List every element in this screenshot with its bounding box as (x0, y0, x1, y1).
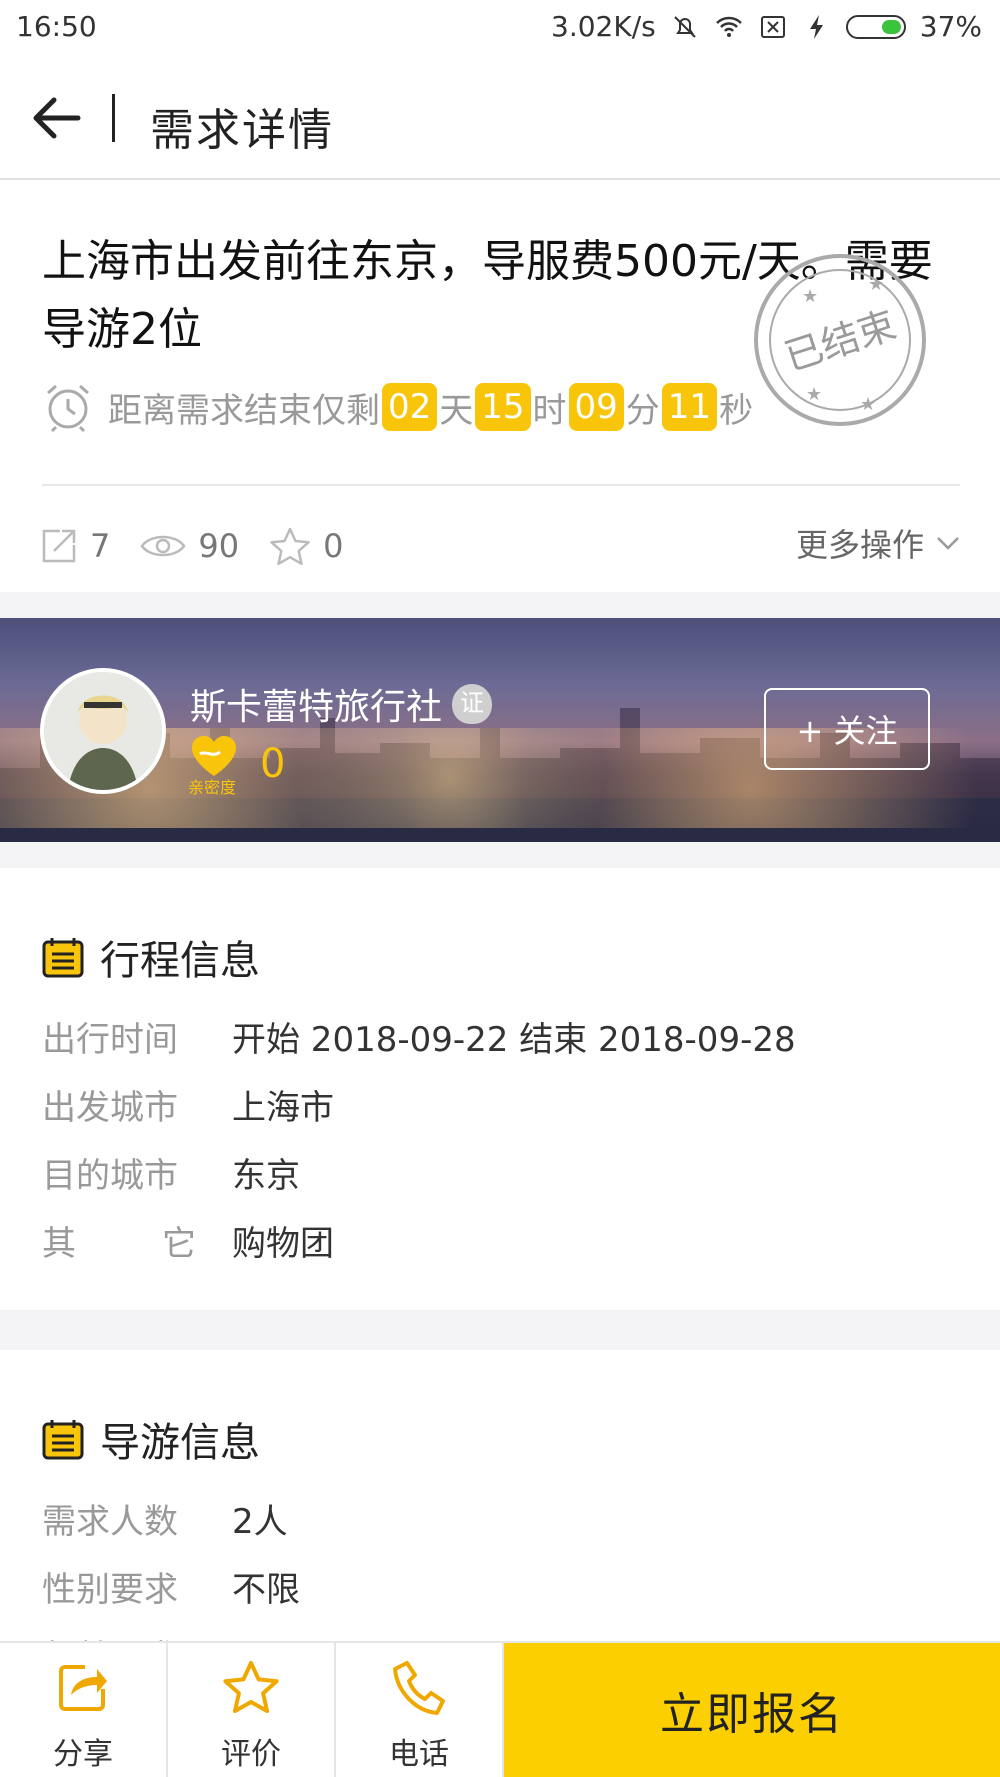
trip-info-heading: 行程信息 (42, 928, 260, 986)
charging-icon (809, 14, 823, 39)
intimacy-label: 亲密度 (188, 778, 237, 797)
header-divider (112, 94, 115, 142)
wifi-icon (715, 16, 742, 37)
chevron-down-icon (937, 537, 959, 550)
countdown-days-unit: 天 (439, 390, 474, 431)
calendar-list-icon (42, 1420, 84, 1460)
trip-info-title: 行程信息 (100, 938, 260, 984)
destination-value: 东京 (232, 1156, 300, 1196)
countdown-days: 02 (382, 383, 438, 431)
avatar[interactable] (40, 668, 166, 794)
net-speed: 3.02K/s (551, 10, 656, 43)
alarm-clock-icon (47, 384, 89, 433)
trip-time-label: 出行时间 (42, 1020, 178, 1060)
countdown-minutes-unit: 分 (625, 390, 660, 431)
guide-count-label: 需求人数 (42, 1502, 178, 1542)
status-bar: 16:50 3.02K/s 37% (0, 0, 1000, 56)
status-time: 16:50 (16, 10, 97, 43)
trip-row-time: 出行时间 开始 2018-09-22 结束 2018-09-28 (42, 1012, 796, 1061)
calendar-list-icon (42, 938, 84, 978)
back-arrow-icon[interactable] (28, 90, 84, 146)
bottom-action-bar: 分享 评价 电话 立即报名 (0, 1641, 1000, 1777)
destination-label: 目的城市 (42, 1156, 178, 1196)
view-count-value: 90 (198, 527, 240, 565)
stamp-text: 已结束 (779, 302, 901, 379)
countdown-seconds-unit: 秒 (719, 390, 754, 431)
guide-row-count: 需求人数 2人 (42, 1494, 288, 1543)
no-sim-icon (760, 15, 785, 38)
star-icon (223, 1661, 279, 1713)
review-button[interactable]: 评价 (168, 1643, 336, 1777)
view-count: 90 (140, 527, 239, 565)
guide-info-heading: 导游信息 (42, 1410, 260, 1468)
favorite-count-value: 0 (323, 527, 344, 565)
intimacy-value: 0 (260, 741, 286, 787)
intimacy-heart-icon: 亲密度 (188, 734, 246, 797)
avatar-illustration (44, 672, 162, 790)
share-button[interactable]: 分享 (0, 1643, 168, 1777)
svg-text:★: ★ (868, 274, 884, 295)
countdown-hours: 15 (475, 383, 531, 431)
trip-row-destination: 目的城市 东京 (42, 1148, 300, 1197)
trip-row-departure: 出发城市 上海市 (42, 1080, 334, 1129)
gender-label: 性别要求 (42, 1570, 178, 1610)
publisher-banner: 斯卡蕾特旅行社 证 亲密度 0 + 关注 (0, 618, 1000, 842)
guide-info-section: 导游信息 需求人数 2人 性别要求 不限 年龄要求 不限 (0, 1350, 1000, 1678)
trip-info-section: 行程信息 出行时间 开始 2018-09-22 结束 2018-09-28 出发… (0, 868, 1000, 1310)
battery-percent: 37% (919, 10, 982, 43)
apply-now-button[interactable]: 立即报名 (504, 1643, 1000, 1777)
other-label-a: 其 (42, 1224, 76, 1264)
guide-row-gender: 性别要求 不限 (42, 1562, 300, 1611)
favorite-count[interactable]: 0 (269, 526, 343, 566)
request-card: 上海市出发前往东京，导服费500元/天。需要导游2位 已结束 ★ ★ ★ ★ 距… (0, 180, 1000, 592)
publisher-name-text: 斯卡蕾特旅行社 (190, 687, 443, 728)
phone-icon (393, 1661, 445, 1715)
ended-stamp: 已结束 ★ ★ ★ ★ (754, 254, 926, 426)
phone-label: 电话 (389, 1737, 449, 1772)
svg-text:★: ★ (860, 394, 876, 415)
other-label: 其 它 (42, 1216, 196, 1265)
guide-info-title: 导游信息 (100, 1420, 260, 1466)
share-count-value: 7 (90, 527, 111, 565)
share-label: 分享 (53, 1737, 113, 1772)
intimacy: 亲密度 0 (188, 734, 286, 797)
more-actions-button[interactable]: 更多操作 (796, 520, 960, 566)
card-divider (42, 484, 960, 486)
countdown: 距离需求结束仅剩 02 天 15 时 09 分 11 秒 (42, 380, 753, 434)
page-title: 需求详情 (150, 105, 334, 156)
countdown-minutes: 09 (568, 383, 624, 431)
countdown-hours-unit: 时 (532, 390, 567, 431)
mute-bell-icon (674, 15, 696, 38)
svg-text:★: ★ (802, 286, 818, 307)
app-header: 需求详情 (0, 56, 1000, 180)
stats-row: 7 90 0 (40, 516, 373, 576)
share-out-icon (42, 529, 76, 563)
trip-time-value: 开始 2018-09-22 结束 2018-09-28 (232, 1020, 796, 1060)
departure-value: 上海市 (232, 1088, 334, 1128)
eye-icon (140, 535, 186, 557)
publisher-name[interactable]: 斯卡蕾特旅行社 证 (190, 678, 493, 730)
phone-button[interactable]: 电话 (336, 1643, 504, 1777)
guide-count-value: 2人 (232, 1502, 288, 1542)
more-actions-label: 更多操作 (795, 526, 924, 564)
other-label-b: 它 (162, 1224, 196, 1264)
countdown-seconds: 11 (661, 383, 718, 431)
review-label: 评价 (221, 1737, 281, 1772)
trip-row-other: 其 它 购物团 (42, 1216, 334, 1265)
status-icons: 3.02K/s 37% (551, 10, 982, 43)
star-outline-icon (270, 527, 310, 566)
certified-badge: 证 (452, 684, 493, 724)
battery-icon (845, 14, 906, 39)
countdown-prefix: 距离需求结束仅剩 (108, 390, 380, 431)
share-count[interactable]: 7 (40, 527, 110, 565)
share-icon (59, 1665, 107, 1711)
gender-value: 不限 (232, 1570, 300, 1610)
departure-label: 出发城市 (42, 1088, 178, 1128)
other-value: 购物团 (232, 1224, 334, 1264)
follow-button[interactable]: + 关注 (764, 688, 930, 770)
svg-text:★: ★ (806, 384, 822, 405)
